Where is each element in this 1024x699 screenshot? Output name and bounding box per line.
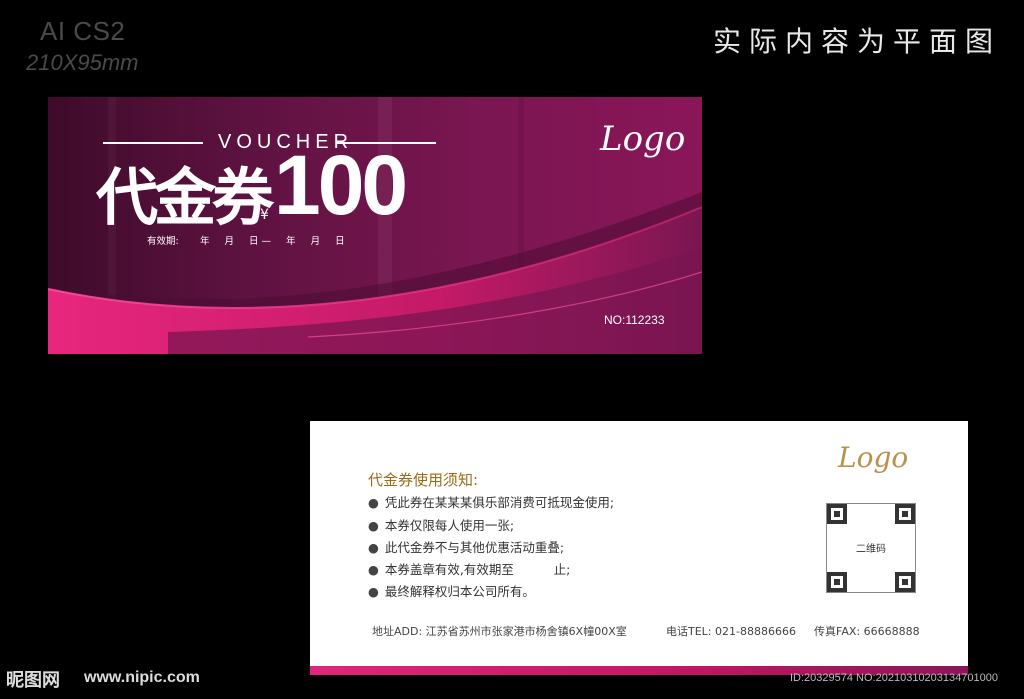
phone: 电话TEL: 021-88886666 xyxy=(666,625,796,638)
rule-item: ● 本券仅限每人使用一张; xyxy=(368,515,514,534)
rule-item: ● 最终解释权归本公司所有。 xyxy=(368,581,535,600)
qr-corner-icon xyxy=(827,504,847,524)
size-label: 210X95mm xyxy=(26,50,139,75)
qr-code-placeholder: 二维码 xyxy=(826,503,916,593)
serial-number: NO:112233 xyxy=(604,313,665,327)
rule-item: ● 此代金券不与其他优惠活动重叠; xyxy=(368,537,564,556)
rule-text: 本券盖章有效,有效期至 止; xyxy=(384,562,571,577)
rule-text: 凭此券在某某某俱乐部消费可抵现金使用; xyxy=(384,495,615,510)
back-logo: Logo xyxy=(838,441,909,474)
format-label: AI CS2 xyxy=(40,16,126,46)
rule-text: 本券仅限每人使用一张; xyxy=(384,518,515,533)
notice-title: 代金券使用须知: xyxy=(368,471,479,489)
rule-item: ● 本券盖章有效,有效期至 止; xyxy=(368,559,570,578)
rule-text: 最终解释权归本公司所有。 xyxy=(384,584,535,599)
validity-fields: 年 月 日— 年 月 日 xyxy=(200,236,348,247)
rule-text: 此代金券不与其他优惠活动重叠; xyxy=(384,540,565,555)
watermark-url: www.nipic.com xyxy=(84,669,200,686)
bullet-icon: ● xyxy=(368,495,379,510)
bullet-icon: ● xyxy=(368,584,379,599)
qr-corner-icon xyxy=(895,504,915,524)
rule-item: ● 凭此券在某某某俱乐部消费可抵现金使用; xyxy=(368,492,614,511)
bullet-icon: ● xyxy=(368,562,379,577)
voucher-title: 代金券 xyxy=(96,161,274,234)
headline: 实际内容为平面图 xyxy=(713,25,1002,58)
validity-label: 有效期: xyxy=(147,236,179,247)
voucher-front: VOUCHER 代金券 ¥ 100 有效期: 年 月 日— 年 月 日 Logo… xyxy=(48,97,702,354)
currency-symbol: ¥ xyxy=(260,207,269,223)
watermark-brand: 昵图网 xyxy=(6,670,60,691)
bullet-icon: ● xyxy=(368,518,379,533)
qr-corner-icon xyxy=(895,572,915,592)
voucher-amount: 100 xyxy=(274,138,408,232)
qr-label: 二维码 xyxy=(856,544,886,555)
address: 地址ADD: 江苏省苏州市张家港市杨舍镇6X幢00X室 xyxy=(372,625,627,638)
voucher-rule-left xyxy=(103,142,203,144)
qr-corner-icon xyxy=(827,572,847,592)
front-logo: Logo xyxy=(600,119,686,159)
fax: 传真FAX: 66668888 xyxy=(814,625,920,638)
bullet-icon: ● xyxy=(368,540,379,555)
watermark-id: ID:20329574 NO:20210310203134701000 xyxy=(790,672,998,684)
voucher-back: Logo 代金券使用须知: ● 凭此券在某某某俱乐部消费可抵现金使用; ● 本券仅限… xyxy=(310,421,968,675)
